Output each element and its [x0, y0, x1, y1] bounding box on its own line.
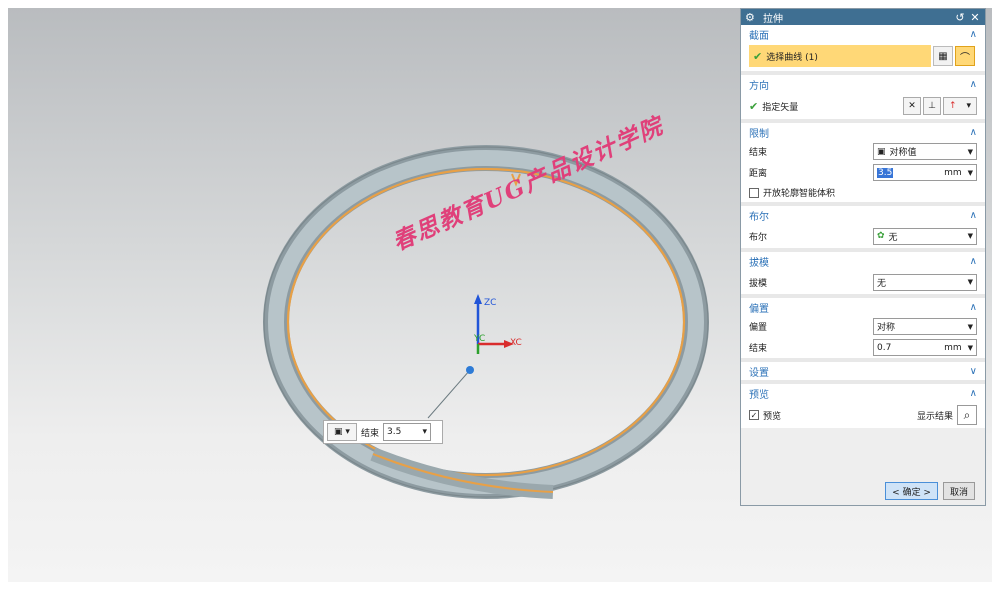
offset-label: 偏置 — [749, 323, 768, 333]
zc-label: ZC — [484, 298, 497, 308]
reverse-direction-button[interactable]: ✕ — [903, 97, 921, 115]
ok-button[interactable]: < 确定 > — [885, 482, 938, 500]
draft-header[interactable]: 拔模 ∧ — [741, 252, 985, 270]
limits-header[interactable]: 限制 ∧ — [741, 123, 985, 141]
yc-label: YC — [474, 334, 486, 344]
chevron-down-icon: ▾ — [422, 427, 428, 437]
check-icon: ✔ — [753, 49, 763, 63]
direction-group: 方向 ∧ ✔ 指定矢量 ✕ ⊥ ↑ ▾ — [741, 75, 985, 123]
chevron-up-icon: ∧ — [969, 28, 977, 40]
offset-dropdown[interactable]: 对称 ▼ — [873, 318, 977, 335]
cancel-button[interactable]: 取消 — [942, 482, 975, 500]
boolean-dropdown[interactable]: ✿ 无 ▼ — [873, 227, 977, 245]
close-icon[interactable]: ✕ — [969, 11, 981, 24]
xc-label: XC — [510, 338, 522, 348]
preview-group: 预览 ∧ ✓ 预览 显示结果 ⌕ — [741, 384, 985, 428]
extrude-dialog: ⚙ 拉伸 ↺ ✕ 截面 ∧ ✔ 选择曲线 (1) ▦ ⌒ 方向 ∧ ✔ 指定矢量 — [740, 8, 986, 506]
settings-group: 设置 ∨ — [741, 362, 985, 384]
chevron-down-icon: ▾ — [966, 101, 971, 111]
chevron-down-icon: ▼ — [967, 147, 973, 156]
chevron-down-icon: ∨ — [969, 365, 977, 377]
chevron-up-icon: ∧ — [969, 387, 977, 399]
vector-icon: ⊥ — [928, 101, 936, 111]
limit-type-button[interactable]: ▣ ▾ — [327, 423, 357, 441]
select-curve-field[interactable]: ✔ 选择曲线 (1) — [749, 45, 931, 67]
chevron-up-icon: ∧ — [969, 255, 977, 267]
sketch-icon: ▦ — [938, 50, 948, 62]
draft-label: 拔模 — [749, 278, 768, 289]
limit-end-dropdown[interactable]: ▣ 对称值 ▼ — [873, 143, 977, 160]
drag-handle[interactable] — [466, 366, 474, 374]
cross-arrows-icon: ✕ — [908, 101, 916, 111]
chevron-down-icon: ▼ — [967, 322, 973, 331]
chevron-down-icon: ▾ — [345, 427, 350, 437]
show-result-button[interactable]: ⌕ — [957, 405, 977, 425]
offset-group: 偏置 ∧ 偏置 对称 ▼ 结束 0.7 mm ▼ — [741, 298, 985, 362]
chevron-up-icon: ∧ — [969, 78, 977, 90]
chevron-down-icon: ▼ — [967, 343, 973, 352]
boolean-label: 布尔 — [749, 232, 768, 243]
limit-end-label: 结束 — [749, 148, 768, 158]
direction-header[interactable]: 方向 ∧ — [741, 75, 985, 93]
float-end-input[interactable]: 3.5 ▾ — [383, 423, 432, 441]
preview-label: 预览 — [763, 411, 782, 422]
floating-toolbar: ▣ ▾ 结束 3.5 ▾ — [323, 420, 443, 444]
settings-header[interactable]: 设置 ∨ — [741, 362, 985, 380]
offset-end-input[interactable]: 0.7 mm ▼ — [873, 339, 977, 356]
chevron-up-icon: ∧ — [969, 301, 977, 313]
draft-dropdown[interactable]: 无 ▼ — [873, 273, 977, 291]
chevron-up-icon: ∧ — [969, 126, 977, 138]
preview-checkbox[interactable]: ✓ — [749, 410, 759, 420]
chevron-up-icon: ∧ — [969, 209, 977, 221]
show-result-label: 显示结果 — [916, 411, 953, 422]
limits-group: 限制 ∧ 结束 ▣ 对称值 ▼ 距离 3.5 mm ▼ 开放轮廓智能体积 — [741, 123, 985, 206]
reset-icon[interactable]: ↺ — [954, 11, 966, 24]
boolean-header[interactable]: 布尔 ∧ — [741, 206, 985, 224]
open-profile-checkbox[interactable] — [749, 187, 759, 198]
offset-header[interactable]: 偏置 ∧ — [741, 298, 985, 316]
vector-type-dropdown[interactable]: ↑ ▾ — [943, 97, 977, 115]
dialog-footer: < 确定 > 取消 — [741, 477, 985, 505]
chevron-down-icon: ▼ — [967, 168, 973, 177]
open-profile-label: 开放轮廓智能体积 — [763, 189, 836, 199]
curve-select-button[interactable]: ⌒ — [955, 46, 975, 66]
check-icon: ✔ — [749, 99, 759, 113]
magnifier-icon: ⌕ — [963, 407, 971, 422]
chevron-down-icon: ▼ — [967, 278, 973, 286]
distance-input[interactable]: 3.5 mm ▼ — [873, 164, 977, 181]
draft-group: 拔模 ∧ 拔模 无 ▼ — [741, 252, 985, 298]
preview-header[interactable]: 预览 ∧ — [741, 384, 985, 402]
gear-icon[interactable]: ⚙ — [745, 11, 757, 24]
curve-icon: ⌒ — [960, 52, 970, 64]
distance-label: 距离 — [749, 169, 768, 179]
float-end-label: 结束 — [361, 428, 380, 439]
cube-icon: ▣ — [877, 146, 886, 157]
vector-dialog-button[interactable]: ⊥ — [923, 97, 941, 115]
arrow-up-icon: ↑ — [948, 101, 957, 111]
boolean-none-icon: ✿ — [877, 231, 885, 241]
cube-icon: ▣ — [334, 427, 343, 437]
dialog-titlebar[interactable]: ⚙ 拉伸 ↺ ✕ — [741, 9, 985, 25]
offset-end-label: 结束 — [749, 344, 768, 354]
sketch-section-button[interactable]: ▦ — [933, 46, 953, 66]
section-group: 截面 ∧ ✔ 选择曲线 (1) ▦ ⌒ — [741, 25, 985, 75]
section-header[interactable]: 截面 ∧ — [741, 25, 985, 43]
boolean-group: 布尔 ∧ 布尔 ✿ 无 ▼ — [741, 206, 985, 252]
specify-vector-label: 指定矢量 — [762, 102, 799, 113]
chevron-down-icon: ▼ — [967, 232, 973, 240]
dialog-title: 拉伸 — [763, 13, 783, 25]
